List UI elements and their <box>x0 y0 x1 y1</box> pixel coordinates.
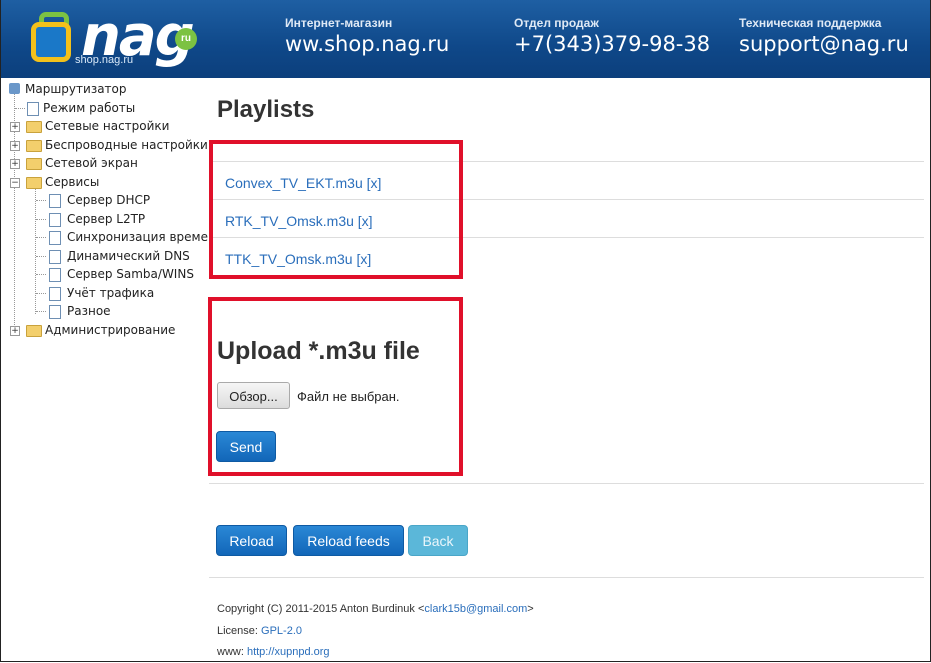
highlight-box-upload <box>208 297 463 476</box>
tree-item-samba[interactable]: Сервер Samba/WINS <box>9 265 209 284</box>
tree-item-label: Сервисы <box>45 174 100 189</box>
expand-plus-icon[interactable]: + <box>10 325 20 336</box>
tree-item-time-sync[interactable]: Синхронизация времени <box>9 228 209 247</box>
expand-plus-icon[interactable]: + <box>10 159 20 169</box>
tree-item-label: Режим работы <box>43 100 136 115</box>
document-icon <box>49 249 61 264</box>
tree-item-firewall[interactable]: + Сетевой экран <box>9 154 209 173</box>
computer-icon <box>9 83 20 94</box>
tree-item-label: Разное <box>67 304 111 318</box>
tree-item-network[interactable]: + Сетевые настройки <box>9 117 209 136</box>
folder-icon <box>26 121 42 133</box>
tree-item-wireless[interactable]: + Беспроводные настройки <box>9 136 209 155</box>
highlight-box-playlists <box>209 140 463 279</box>
reload-feeds-button[interactable]: Reload feeds <box>293 525 404 556</box>
license-link[interactable]: GPL-2.0 <box>261 625 302 637</box>
document-icon <box>49 194 61 208</box>
shop-link[interactable]: ww.shop.nag.ru <box>285 32 449 56</box>
logo-ru-badge: ru <box>175 28 197 50</box>
copyright-end: > <box>527 603 534 615</box>
logo-subtext: shop.nag.ru <box>75 54 134 66</box>
tree-root[interactable]: Маршрутизатор <box>9 80 209 99</box>
folder-icon <box>26 324 42 337</box>
license-label: License: <box>217 625 262 637</box>
tree-item-label: Сетевой экран <box>45 156 138 170</box>
document-icon <box>49 268 61 282</box>
back-button[interactable]: Back <box>408 525 468 556</box>
reload-button[interactable]: Reload <box>216 525 287 556</box>
tree-item-label: Администрирование <box>45 322 176 337</box>
tree-item-services[interactable]: − Сервисы <box>9 173 209 192</box>
tree-item-label: Учёт трафика <box>67 285 155 300</box>
tree-item-label: Сервер L2TP <box>67 211 146 226</box>
divider <box>209 483 924 484</box>
tree-item-misc[interactable]: Разное <box>9 302 209 321</box>
footer-www: www: http://xupnpd.org <box>217 646 330 658</box>
document-icon <box>49 286 61 301</box>
document-icon <box>49 212 61 227</box>
copyright-text: Copyright (C) 2011-2015 Anton Burdinuk < <box>217 603 425 615</box>
footer-license: License: GPL-2.0 <box>217 625 302 637</box>
collapse-minus-icon[interactable]: − <box>10 177 20 188</box>
document-icon <box>49 231 61 245</box>
document-icon <box>27 101 39 116</box>
tree-item-admin[interactable]: + Администрирование <box>9 321 209 340</box>
document-icon <box>49 305 61 319</box>
expand-plus-icon[interactable]: + <box>10 122 20 132</box>
sidebar-tree: Маршрутизатор Режим работы + Сетевые нас… <box>9 80 209 339</box>
browser-frame: nag ru shop.nag.ru Интернет-магазин ww.s… <box>0 0 931 662</box>
website-link[interactable]: http://xupnpd.org <box>247 646 330 658</box>
folder-open-icon <box>26 176 42 189</box>
shop-title: Интернет-магазин <box>285 16 393 30</box>
header-banner: nag ru shop.nag.ru Интернет-магазин ww.s… <box>1 0 930 78</box>
shop-block: Интернет-магазин ww.shop.nag.ru <box>285 16 449 56</box>
tree-item-ddns[interactable]: Динамический DNS <box>9 247 209 266</box>
sales-block: Отдел продаж +7(343)379-98-38 <box>514 16 710 56</box>
nag-logo[interactable]: nag ru shop.nag.ru <box>23 4 213 69</box>
tree-item-dhcp[interactable]: Сервер DHCP <box>9 191 209 210</box>
tree-item-traffic[interactable]: Учёт трафика <box>9 284 209 303</box>
support-title: Техническая поддержка <box>739 16 882 30</box>
support-email[interactable]: support@nag.ru <box>739 32 909 56</box>
tree-item-label: Сетевые настройки <box>45 119 170 133</box>
author-email-link[interactable]: clark15b@gmail.com <box>424 603 527 615</box>
divider <box>209 577 924 578</box>
sales-title: Отдел продаж <box>514 16 599 30</box>
footer-copyright: Copyright (C) 2011-2015 Anton Burdinuk <… <box>217 603 534 615</box>
page-title: Playlists <box>217 96 315 123</box>
www-label: www: <box>217 646 247 658</box>
logo-square-yellow <box>31 22 71 62</box>
tree-root-label: Маршрутизатор <box>25 82 127 96</box>
tree-item-label: Синхронизация времени <box>67 230 209 244</box>
support-block: Техническая поддержка support@nag.ru <box>739 16 909 56</box>
sales-phone: +7(343)379-98-38 <box>514 32 711 56</box>
tree-item-l2tp[interactable]: Сервер L2TP <box>9 210 209 229</box>
tree-item-label: Динамический DNS <box>67 248 190 263</box>
folder-icon <box>26 158 42 170</box>
expand-plus-icon[interactable]: + <box>10 140 20 151</box>
folder-icon <box>26 139 42 152</box>
tree-item-label: Беспроводные настройки <box>45 137 208 152</box>
tree-item-mode[interactable]: Режим работы <box>9 99 209 118</box>
tree-item-label: Сервер Samba/WINS <box>67 267 194 281</box>
tree-item-label: Сервер DHCP <box>67 193 151 207</box>
